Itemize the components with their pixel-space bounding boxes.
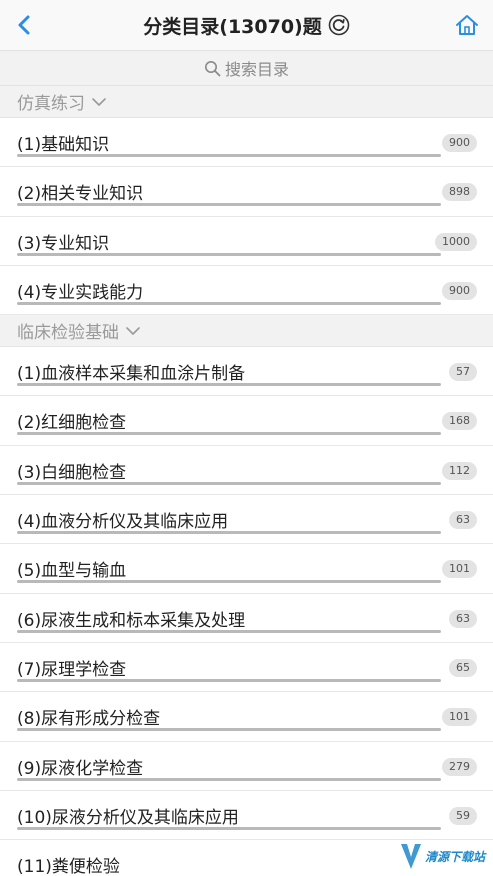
search-icon [204,60,221,76]
count-badge: 101 [442,708,477,727]
list-item[interactable]: (6)尿液生成和标本采集及处理 63 [0,593,493,643]
title-group: 分类目录(13070)题 [143,12,350,39]
count-badge: 168 [442,412,477,431]
item-underline [17,629,441,633]
list-item[interactable]: (10)尿液分析仪及其临床应用 59 [0,790,493,841]
item-label: (2)红细胞检查 [17,413,127,434]
count-badge: 898 [442,183,477,202]
item-label: (10)尿液分析仪及其临床应用 [17,807,239,828]
section-header[interactable]: 临床检验基础 [0,315,493,348]
count-badge: 65 [449,658,477,677]
refresh-icon [328,14,350,36]
list-item[interactable]: (11)粪便检验 [0,840,493,876]
section-header[interactable]: 仿真练习 [0,86,493,118]
catalog-list: 仿真练习 (1)基础知识 900 (2)相关专业知识 898 (3)专业知识 1000 (4)… [0,86,493,876]
section-title: 临床检验基础 [17,323,119,344]
search-placeholder: 搜索目录 [224,60,289,79]
item-label: (3)专业知识 [17,233,110,254]
item-label: (4)专业实践能力 [17,282,144,303]
chevron-down-icon [92,97,106,106]
list-item[interactable]: (3)专业知识 1000 [0,216,493,266]
item-underline [17,580,441,584]
list-item[interactable]: (1)基础知识 900 [0,118,493,168]
home-button[interactable] [453,11,481,39]
count-badge: 101 [442,560,477,579]
item-underline [17,777,441,781]
count-badge: 57 [449,363,477,382]
list-item[interactable]: (4)血液分析仪及其临床应用 63 [0,495,493,545]
item-label: (8)尿有形成分检查 [17,709,161,730]
item-label: (3)白细胞检查 [17,462,127,483]
list-item[interactable]: (9)尿液化学检查 279 [0,741,493,791]
list-item[interactable]: (4)专业实践能力 900 [0,265,493,316]
item-underline [17,481,441,485]
refresh-button[interactable] [328,14,350,36]
list-item[interactable]: (3)白细胞检查 112 [0,445,493,496]
item-label: (4)血液分析仪及其临床应用 [17,512,229,533]
list-item[interactable]: (1)血液样本采集和血涂片制备 57 [0,347,493,397]
list-item[interactable]: (5)血型与输血 101 [0,544,493,594]
section-title: 仿真练习 [17,94,85,114]
item-underline [17,252,441,256]
item-label: (9)尿液化学检查 [17,758,144,779]
home-icon [456,15,478,35]
item-underline [17,301,441,305]
count-badge: 63 [449,609,477,628]
item-underline [17,154,441,157]
chevron-left-icon [18,15,30,35]
item-underline [17,383,441,387]
item-label: (11)粪便检验 [17,857,120,876]
page-title: 分类目录(13070)题 [143,15,322,38]
count-badge: 900 [442,281,477,300]
search-bar[interactable]: 搜索目录 [0,50,493,86]
item-label: (7)尿理学检查 [17,659,127,680]
item-underline [17,531,441,535]
count-badge: 112 [442,461,477,480]
item-underline [17,728,441,732]
item-underline [17,203,441,207]
item-label: (5)血型与输血 [17,561,127,582]
count-badge: 900 [442,134,477,152]
count-badge: 279 [442,757,477,776]
item-label: (1)血液样本采集和血涂片制备 [17,364,246,385]
top-bar: 分类目录(13070)题 [0,0,493,50]
chevron-down-icon [126,326,140,335]
list-item[interactable]: (8)尿有形成分检查 101 [0,692,493,742]
back-button[interactable] [10,11,38,39]
count-badge: 59 [449,806,477,825]
count-badge: 63 [449,511,477,530]
item-underline [17,432,441,436]
item-label: (2)相关专业知识 [17,184,144,205]
list-item[interactable]: (7)尿理学检查 65 [0,642,493,693]
list-item[interactable]: (2)红细胞检查 168 [0,396,493,446]
item-underline [17,678,441,682]
list-item[interactable]: (2)相关专业知识 898 [0,167,493,217]
item-label: (6)尿液生成和标本采集及处理 [17,610,246,631]
item-underline [17,826,441,830]
count-badge: 1000 [435,232,477,251]
item-label: (1)基础知识 [17,135,110,155]
